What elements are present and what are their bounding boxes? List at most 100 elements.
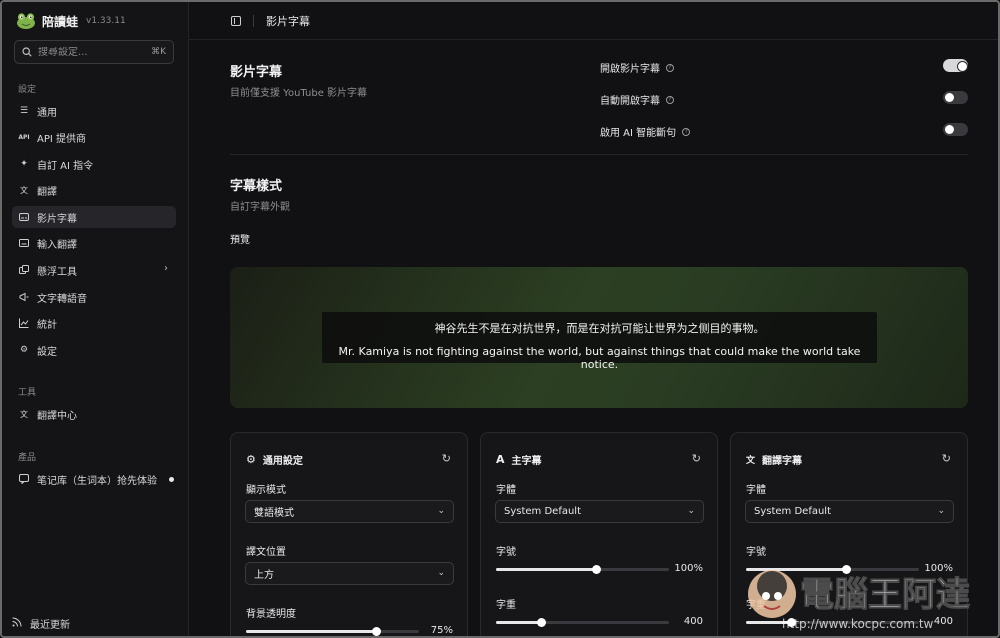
sidebar-item-notebook[interactable]: 笔记库（生词本）抢先体验 [12, 468, 176, 490]
sidebar-item-tts[interactable]: 文字轉語音 [12, 286, 176, 308]
toggle-enable-subtitles[interactable] [943, 59, 968, 72]
reset-icon[interactable]: ↻ [942, 452, 951, 465]
toggle-auto-subtitles[interactable] [943, 91, 968, 104]
position-select[interactable]: 上方 ⌄ [245, 562, 454, 585]
svg-text:http://www.kocpc.com.tw: http://www.kocpc.com.tw [782, 617, 934, 631]
search-icon [22, 47, 32, 57]
subtitle-style-desc: 自訂字幕外觀 [230, 202, 290, 213]
sidebar-item-floating-tools[interactable]: 懸浮工具 › [12, 259, 176, 281]
card-title: ⚙ 通用設定 [246, 452, 303, 467]
header-divider [253, 14, 254, 27]
font-select[interactable]: System Default ⌄ [495, 500, 704, 523]
sidebar-item-label: 影片字幕 [37, 213, 77, 225]
select-value: System Default [754, 506, 832, 517]
position-label: 譯文位置 [246, 547, 286, 558]
font-icon: A [496, 453, 505, 466]
section-label-settings: 設定 [18, 85, 37, 95]
translate-icon: 文 [20, 185, 28, 195]
slider-knob[interactable] [536, 618, 546, 627]
card-title-label: 主字幕 [511, 456, 542, 467]
display-mode-select[interactable]: 雙語模式 ⌄ [245, 500, 454, 523]
help-icon[interactable]: ? [666, 95, 674, 104]
breadcrumb: 影片字幕 [266, 14, 310, 28]
notebook-icon [19, 474, 29, 484]
card-main-subtitle: A 主字幕 ↻ 字體 System Default ⌄ 字號 100% 字重 4… [480, 432, 718, 636]
section-label-products: 產品 [18, 453, 37, 463]
frog-logo-icon [17, 13, 35, 29]
display-mode-label: 顯示模式 [246, 485, 286, 496]
gear-icon: ⚙ [19, 345, 29, 355]
sidebar-item-label: API 提供商 [37, 133, 86, 145]
help-icon[interactable]: ? [682, 127, 691, 136]
preview-label: 預覽 [230, 235, 250, 246]
chevron-down-icon: ⌄ [937, 506, 945, 516]
api-icon: API [18, 133, 30, 141]
sliders-icon: ☰ [19, 106, 29, 116]
app-name: 陪讀蛙 [42, 14, 79, 29]
sidebar-item-label: 輸入翻譯 [37, 239, 77, 251]
card-general-settings: ⚙ 通用設定 ↻ 顯示模式 雙語模式 ⌄ 譯文位置 上方 ⌄ 背景透明度 75% [230, 432, 468, 636]
section-divider [230, 154, 968, 155]
sidebar-item-settings[interactable]: ⚙ 設定 [12, 339, 176, 361]
sidebar-item-label: 統計 [37, 319, 57, 331]
subtitle-style-title: 字幕樣式 [230, 179, 283, 194]
preview-line-original: Mr. Kamiya is not fighting against the w… [338, 345, 861, 371]
search-input[interactable] [38, 46, 146, 58]
toggle-sidebar-icon[interactable] [231, 15, 241, 26]
brand: 陪讀蛙 v1.33.11 [16, 12, 126, 30]
search-shortcut: ⌘K [151, 47, 166, 57]
keyboard-icon [19, 238, 29, 248]
sidebar-item-api-provider[interactable]: API API 提供商 [12, 126, 176, 148]
sidebar-item-label: 懸浮工具 [37, 266, 77, 278]
sidebar-item-label: 笔记库（生词本）抢先体验 [37, 475, 157, 487]
sidebar-item-general[interactable]: ☰ 通用 [12, 100, 176, 122]
preview-line-translation: 神谷先生不是在对抗世界，而是在对抗可能让世界为之侧目的事物。 [434, 322, 765, 335]
reset-icon[interactable]: ↻ [442, 452, 451, 465]
chart-icon [19, 318, 29, 328]
translate-icon: 文 [746, 456, 756, 466]
size-slider[interactable] [496, 565, 669, 574]
sidebar-item-translate[interactable]: 文 翻譯 [12, 179, 176, 201]
option-label: 啟用 AI 智能斷句 [600, 128, 677, 139]
slider-fill [496, 621, 541, 624]
subtitle-icon [19, 212, 29, 222]
sparkle-icon: ✦ [20, 159, 28, 169]
weight-label: 字重 [496, 600, 516, 611]
rss-icon [12, 617, 22, 630]
sidebar-item-custom-ai[interactable]: ✦ 自訂 AI 指令 [12, 153, 176, 175]
slider-knob[interactable] [371, 627, 381, 636]
option-auto-subtitles: 自動開啟字幕 ? [600, 92, 674, 107]
video-subtitles-title: 影片字幕 [230, 65, 283, 80]
app-version: v1.33.11 [86, 16, 126, 26]
weight-slider[interactable] [496, 618, 669, 627]
reset-icon[interactable]: ↻ [692, 452, 701, 465]
option-ai-sentence: 啟用 AI 智能斷句 ? [600, 124, 691, 139]
toggle-ai-sentence[interactable] [943, 123, 968, 136]
slider-fill [496, 568, 597, 571]
sidebar-item-translation-center[interactable]: 文 翻譯中心 [12, 403, 176, 425]
size-value: 100% [674, 563, 703, 574]
recent-updates-link[interactable]: 最近更新 [12, 616, 70, 631]
app-window: 陪讀蛙 v1.33.11 ⌘K 設定 ☰ 通用 API API 提供商 ✦ 自訂… [0, 0, 1000, 638]
slider-knob[interactable] [592, 565, 602, 574]
search-box[interactable]: ⌘K [14, 40, 174, 64]
sidebar-item-input-translate[interactable]: 輸入翻譯 [12, 232, 176, 254]
sidebar-item-video-subtitles[interactable]: 影片字幕 [12, 206, 176, 228]
sidebar-item-label: 文字轉語音 [37, 293, 87, 305]
font-select[interactable]: System Default ⌄ [745, 500, 954, 523]
chevron-down-icon: ⌄ [437, 506, 445, 516]
card-title: A 主字幕 [496, 452, 542, 467]
select-value: 上方 [254, 570, 274, 581]
new-badge-dot [169, 476, 174, 482]
card-title-label: 通用設定 [262, 456, 303, 467]
font-label: 字體 [746, 485, 766, 496]
sidebar-item-statistics[interactable]: 統計 [12, 312, 176, 334]
select-value: 雙語模式 [254, 508, 294, 519]
video-subtitles-desc: 目前僅支援 YouTube 影片字幕 [230, 88, 368, 99]
opacity-value: 75% [430, 625, 453, 636]
opacity-label: 背景透明度 [246, 609, 296, 620]
sidebar: 陪讀蛙 v1.33.11 ⌘K 設定 ☰ 通用 API API 提供商 ✦ 自訂… [2, 2, 189, 636]
help-icon[interactable]: ? [666, 63, 674, 72]
opacity-slider[interactable] [246, 627, 419, 636]
card-title: 文 翻譯字幕 [746, 452, 802, 467]
